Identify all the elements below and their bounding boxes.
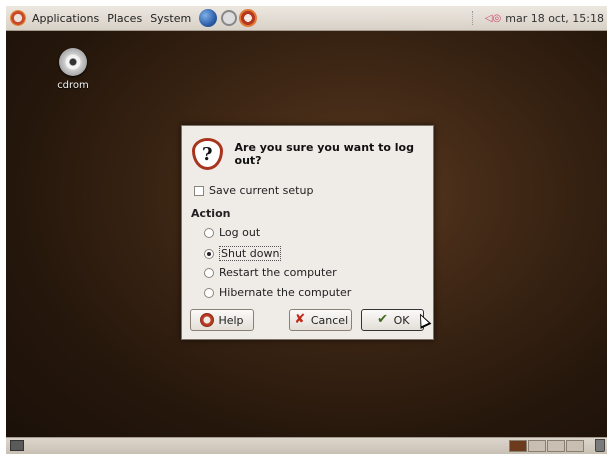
ok-icon: ✔: [377, 312, 389, 327]
dialog-title: Are you sure you want to log out?: [234, 141, 414, 167]
radio-hibernate[interactable]: Hibernate the computer: [204, 286, 351, 299]
ok-button[interactable]: ✔ OK: [361, 309, 424, 331]
menu-applications[interactable]: Applications: [30, 12, 101, 25]
workspace-1[interactable]: [509, 440, 527, 452]
workspace-2[interactable]: [528, 440, 546, 452]
question-icon: ?: [192, 138, 223, 170]
radio-shut-down[interactable]: Shut down: [204, 246, 282, 261]
ubuntu-logo-icon: [10, 10, 26, 26]
lifebuoy-icon[interactable]: [239, 9, 258, 27]
radio-restart[interactable]: Restart the computer: [204, 266, 337, 279]
radio-button[interactable]: [204, 287, 214, 298]
save-setup-label: Save current setup: [209, 184, 314, 197]
menu-system[interactable]: System: [148, 12, 193, 25]
panel-separator: [471, 11, 475, 25]
menu-places[interactable]: Places: [105, 12, 144, 25]
bottom-panel: [6, 437, 607, 454]
radio-label: Log out: [219, 226, 261, 239]
show-desktop-icon[interactable]: [10, 440, 24, 451]
save-setup-checkbox-row[interactable]: Save current setup: [194, 184, 313, 197]
radio-button[interactable]: [204, 248, 214, 259]
workspace-3[interactable]: [547, 440, 565, 452]
help-icon[interactable]: [221, 10, 238, 26]
cdrom-icon: [59, 48, 87, 76]
radio-button[interactable]: [204, 227, 214, 238]
desktop-icon-label: cdrom: [57, 80, 89, 91]
radio-label: Shut down: [219, 246, 282, 261]
top-panel: Applications Places System ◁◎ mar 18 oct…: [6, 6, 607, 31]
clock[interactable]: mar 18 oct, 15:18: [505, 12, 607, 25]
help-icon: [200, 313, 215, 327]
radio-label: Restart the computer: [219, 266, 337, 279]
workspace-4[interactable]: [566, 440, 584, 452]
trash-icon[interactable]: [595, 439, 605, 452]
cancel-button[interactable]: ✘ Cancel: [289, 309, 352, 331]
logout-dialog: ? Are you sure you want to log out? Save…: [181, 125, 434, 340]
radio-log-out[interactable]: Log out: [204, 226, 260, 239]
cancel-icon: ✘: [294, 312, 306, 327]
desktop-icon-cdrom[interactable]: cdrom: [48, 48, 98, 91]
dialog-header: ? Are you sure you want to log out?: [192, 138, 433, 170]
web-browser-icon[interactable]: [199, 9, 218, 27]
action-section-title: Action: [191, 207, 231, 220]
help-button[interactable]: Help: [190, 309, 254, 331]
ok-button-label: OK: [393, 313, 410, 327]
save-setup-checkbox[interactable]: [194, 185, 204, 196]
volume-icon[interactable]: ◁◎: [485, 13, 501, 24]
radio-button[interactable]: [204, 267, 214, 278]
help-button-label: Help: [218, 313, 244, 327]
radio-label: Hibernate the computer: [219, 286, 352, 299]
cancel-button-label: Cancel: [310, 313, 349, 327]
